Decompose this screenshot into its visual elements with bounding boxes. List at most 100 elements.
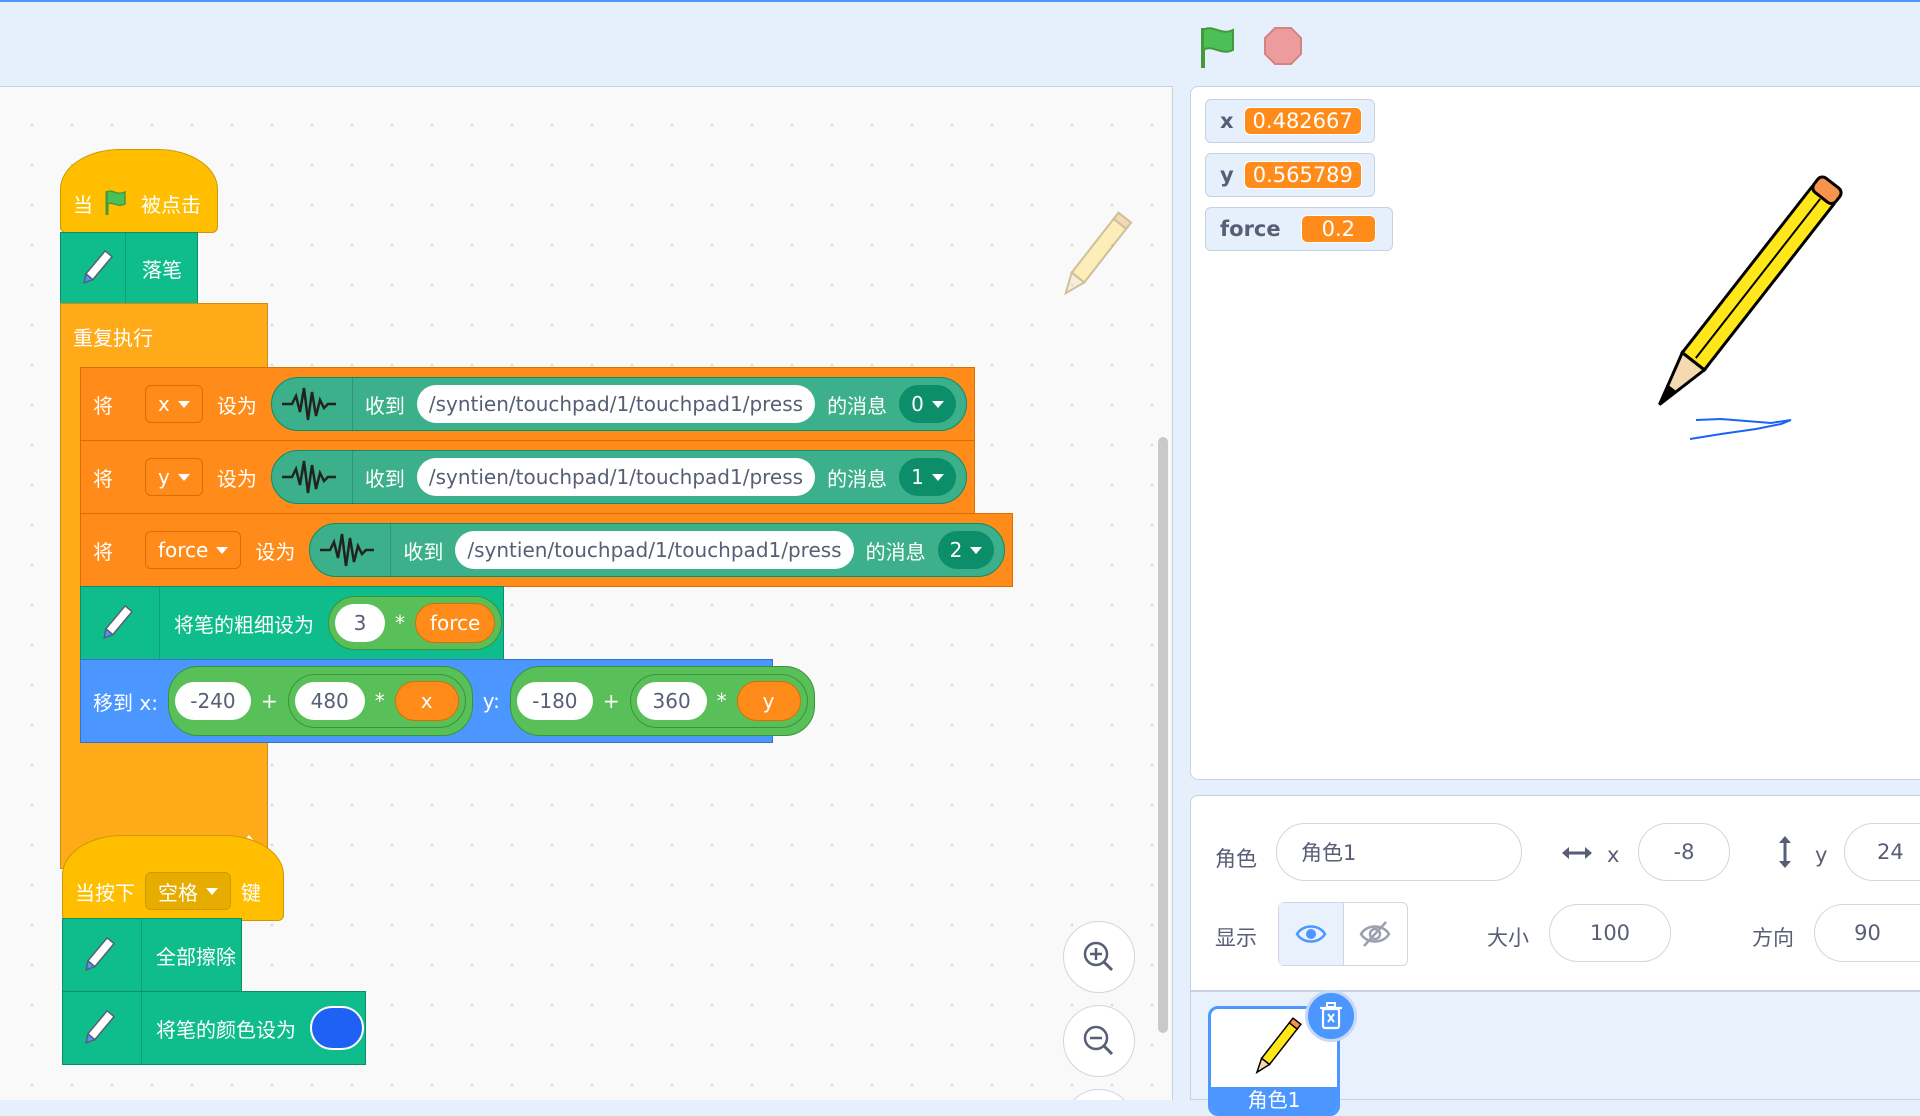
sound-wave-icon xyxy=(281,387,336,421)
set-y-block[interactable]: 将 y 设为 收到 /syntien/touchpad/1/touchpad1/… xyxy=(80,440,975,514)
hat-clicked-label: 被点击 xyxy=(141,192,201,217)
direction-input[interactable]: 90 xyxy=(1814,904,1920,962)
code-scrollbar[interactable] xyxy=(1158,437,1168,1033)
show-label: 显示 xyxy=(1215,926,1257,950)
receive-label: 收到 xyxy=(364,466,405,491)
sprite-name-input[interactable]: 角色1 xyxy=(1276,823,1522,881)
eye-icon xyxy=(1295,925,1327,943)
set-force-block[interactable]: 将 force 设为 收到 /syntien/touchpad/1/touchp… xyxy=(80,513,1013,587)
osc-receive-reporter[interactable]: 收到 /syntien/touchpad/1/touchpad1/press 的… xyxy=(309,523,1006,577)
sprite-thumbnail-name: 角色1 xyxy=(1211,1087,1337,1113)
y-label: y xyxy=(1815,843,1828,867)
direction-label: 方向 xyxy=(1752,926,1794,950)
message-index-dropdown[interactable]: 0 xyxy=(899,385,956,423)
variable-monitor: y 0.565789 xyxy=(1205,153,1375,197)
zoom-reset-button[interactable] xyxy=(1063,1089,1135,1100)
variable-reporter[interactable]: force xyxy=(415,603,496,643)
multiply-operator[interactable]: 480 * x xyxy=(287,674,466,728)
to-label: 设为 xyxy=(255,539,296,564)
monitor-label: y xyxy=(1220,163,1234,187)
zoom-in-button[interactable] xyxy=(1063,921,1135,993)
message-index-dropdown[interactable]: 2 xyxy=(937,531,995,569)
hat-key-suffix-label: 键 xyxy=(241,880,261,905)
go-to-y-label: y: xyxy=(482,689,500,713)
code-workspace[interactable]: 当 被点击 落笔 重复执行 将 x 设为 收到 /syntien/touchpa… xyxy=(0,86,1173,1100)
forever-label: 重复执行 xyxy=(73,326,153,350)
to-label: 设为 xyxy=(216,466,257,491)
clear-block[interactable]: 全部擦除 xyxy=(62,918,242,992)
set-pen-color-block[interactable]: 将笔的颜色设为 xyxy=(62,991,366,1065)
multiply-operator[interactable]: 3 * force xyxy=(328,596,503,650)
to-label: 设为 xyxy=(216,393,257,418)
key-dropdown[interactable]: 空格 xyxy=(145,872,231,910)
operator-label: * xyxy=(716,689,727,713)
number-input[interactable]: 3 xyxy=(335,604,385,642)
x-position-arrow-icon xyxy=(1562,847,1592,859)
number-input[interactable]: 360 xyxy=(636,682,707,720)
variable-reporter[interactable]: y xyxy=(736,681,801,721)
message-label: 的消息 xyxy=(827,393,888,418)
osc-address-input[interactable]: /syntien/touchpad/1/touchpad1/press xyxy=(455,531,854,569)
operator-label: + xyxy=(260,689,278,713)
sound-wave-icon xyxy=(281,460,336,494)
osc-address-input[interactable]: /syntien/touchpad/1/touchpad1/press xyxy=(416,385,816,423)
multiply-operator[interactable]: 360 * y xyxy=(629,674,808,728)
monitor-value: 0.482667 xyxy=(1243,107,1362,135)
stage[interactable]: x 0.482667 y 0.565789 force 0.2 xyxy=(1190,86,1920,780)
osc-address-input[interactable]: /syntien/touchpad/1/touchpad1/press xyxy=(416,458,816,496)
receive-label: 收到 xyxy=(364,393,405,418)
block-separator xyxy=(141,992,142,1064)
sprite-name-label: 角色 xyxy=(1215,847,1257,871)
x-label: x xyxy=(1607,843,1620,867)
when-flag-clicked-block[interactable]: 当 被点击 xyxy=(60,149,218,233)
eye-slash-icon xyxy=(1359,921,1391,947)
add-operator[interactable]: -180 + 360 * y xyxy=(509,666,815,736)
pen-color-label: 将笔的颜色设为 xyxy=(156,1017,296,1042)
set-label: 将 xyxy=(93,393,113,418)
pen-extension-icon xyxy=(67,240,125,296)
variable-dropdown[interactable]: force xyxy=(145,531,242,569)
number-input[interactable]: 480 xyxy=(294,682,365,720)
sound-wave-icon xyxy=(320,533,375,567)
visibility-toggle[interactable] xyxy=(1278,902,1408,966)
variable-reporter[interactable]: x xyxy=(394,681,459,721)
green-flag-icon xyxy=(105,190,126,215)
when-key-pressed-block[interactable]: 当按下 空格 键 xyxy=(62,835,284,921)
pen-down-label: 落笔 xyxy=(142,257,182,282)
number-input[interactable]: -180 xyxy=(516,682,593,720)
pen-down-block[interactable]: 落笔 xyxy=(60,232,198,304)
pen-size-label: 将笔的粗细设为 xyxy=(174,612,314,637)
block-separator xyxy=(125,233,126,303)
y-position-input[interactable]: 24 xyxy=(1844,823,1920,881)
operator-label: * xyxy=(374,689,385,713)
monitor-label: force xyxy=(1220,217,1281,241)
set-label: 将 xyxy=(93,466,113,491)
osc-receive-reporter[interactable]: 收到 /syntien/touchpad/1/touchpad1/press 的… xyxy=(270,450,967,504)
variable-dropdown[interactable]: x xyxy=(145,385,203,423)
size-input[interactable]: 100 xyxy=(1549,904,1671,962)
operator-label: * xyxy=(395,611,405,635)
message-label: 的消息 xyxy=(865,539,926,564)
hide-button[interactable] xyxy=(1342,903,1408,965)
add-operator[interactable]: -240 + 480 * x xyxy=(167,666,473,736)
zoom-out-button[interactable] xyxy=(1063,1005,1135,1077)
receive-label: 收到 xyxy=(403,539,444,564)
message-index-dropdown[interactable]: 1 xyxy=(899,458,956,496)
show-button[interactable] xyxy=(1279,903,1343,965)
pencil-sprite[interactable] xyxy=(1621,147,1861,467)
set-pen-size-block[interactable]: 将笔的粗细设为 3 * force xyxy=(80,586,504,660)
delete-sprite-button[interactable] xyxy=(1305,990,1357,1042)
block-separator xyxy=(141,919,142,991)
go-to-xy-block[interactable]: 移到 x: -240 + 480 * x y: -180 + 360 * y xyxy=(80,659,815,743)
stop-icon[interactable] xyxy=(1263,26,1303,66)
set-x-block[interactable]: 将 x 设为 收到 /syntien/touchpad/1/touchpad1/… xyxy=(80,367,975,441)
x-position-input[interactable]: -8 xyxy=(1638,823,1730,881)
variable-dropdown[interactable]: y xyxy=(145,458,203,496)
osc-receive-reporter[interactable]: 收到 /syntien/touchpad/1/touchpad1/press 的… xyxy=(270,377,967,431)
color-picker-input[interactable] xyxy=(310,1006,364,1050)
monitor-value: 0.2 xyxy=(1300,215,1377,243)
number-input[interactable]: -240 xyxy=(174,682,251,720)
pen-extension-icon xyxy=(87,595,145,651)
green-flag-icon[interactable] xyxy=(1195,24,1245,70)
pencil-costume-icon xyxy=(1255,1017,1302,1075)
